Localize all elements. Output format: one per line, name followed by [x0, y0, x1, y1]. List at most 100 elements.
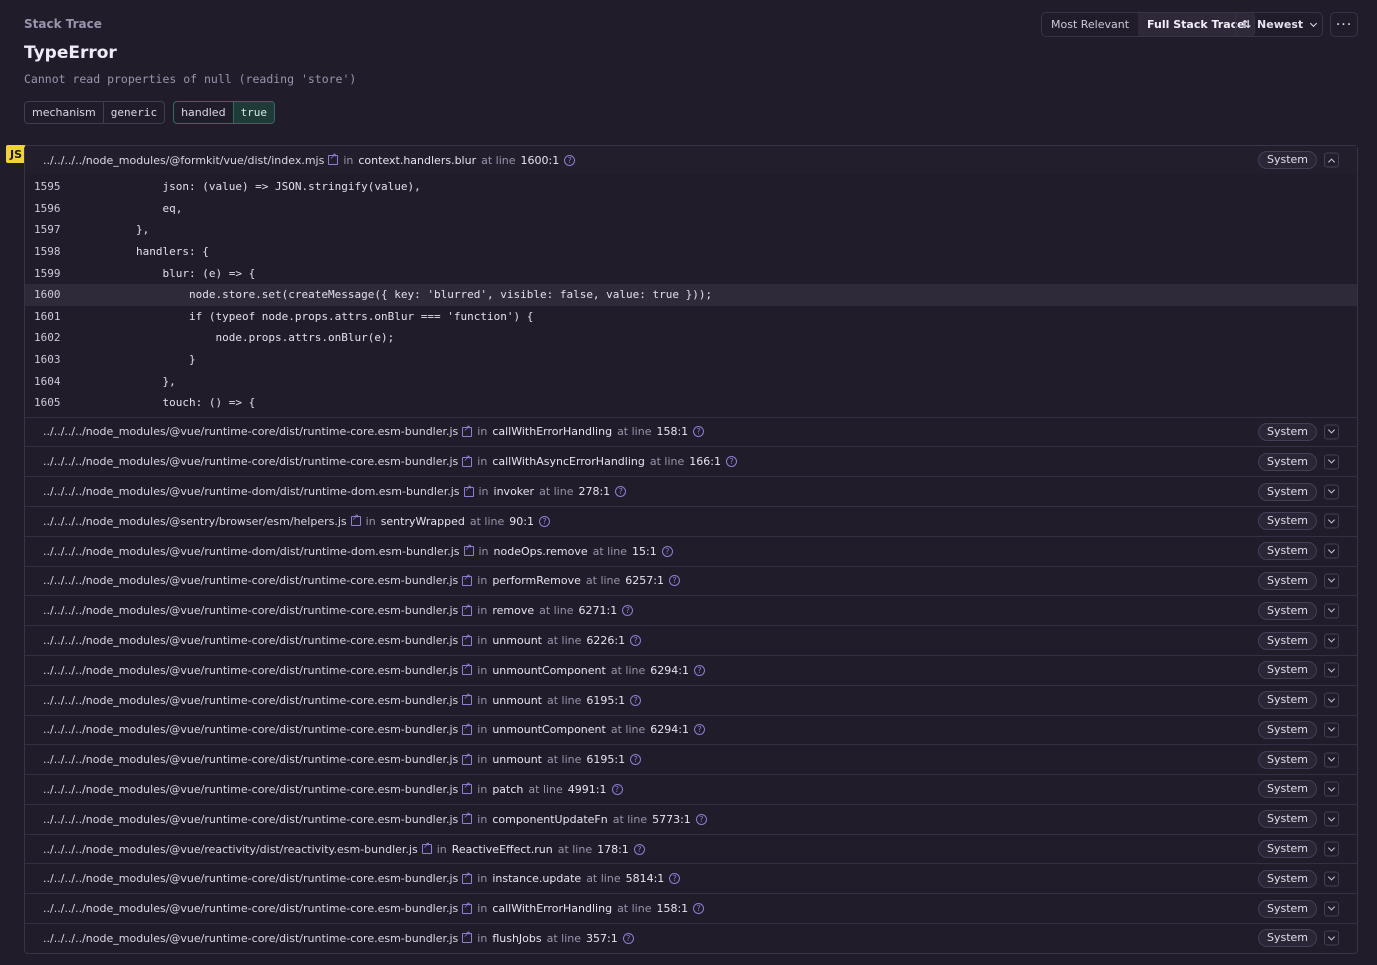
help-icon[interactable]: ? [538, 515, 550, 527]
collapse-button[interactable] [1324, 152, 1339, 168]
help-icon[interactable]: ? [633, 843, 645, 855]
external-link-icon[interactable] [462, 871, 473, 884]
stack-frame[interactable]: ../../../../node_modules/@sentry/browser… [25, 505, 1357, 536]
expand-button[interactable] [1324, 930, 1339, 946]
external-link-icon[interactable] [462, 752, 473, 765]
system-badge: System [1257, 810, 1317, 829]
expand-button[interactable] [1324, 424, 1339, 440]
code-text: }, [83, 374, 176, 388]
external-link-icon[interactable] [462, 573, 473, 586]
expand-button[interactable] [1324, 543, 1339, 559]
frame-file: ../../../../node_modules/@vue/runtime-co… [43, 634, 459, 647]
external-link-icon[interactable] [328, 152, 339, 165]
more-options-button[interactable]: ··· [1330, 12, 1358, 37]
stack-frame[interactable]: ../../../../node_modules/@vue/runtime-co… [25, 625, 1357, 655]
external-link-icon[interactable] [462, 930, 473, 944]
stack-frame[interactable]: ../../../../node_modules/@vue/runtime-co… [25, 774, 1357, 804]
system-badge: System [1257, 661, 1317, 680]
external-link-icon[interactable] [462, 692, 473, 706]
stack-frame[interactable]: ../../../../node_modules/@vue/runtime-co… [25, 446, 1357, 476]
external-link-icon[interactable] [421, 841, 432, 855]
help-icon[interactable]: ? [630, 754, 642, 766]
stack-frame[interactable]: ../../../../node_modules/@vue/runtime-do… [25, 476, 1357, 506]
expand-button[interactable] [1324, 722, 1339, 738]
stack-frame[interactable]: ../../../../node_modules/@vue/runtime-co… [25, 923, 1357, 953]
external-link-icon[interactable] [462, 603, 473, 616]
help-icon[interactable]: ? [630, 694, 642, 706]
help-icon[interactable]: ? [622, 605, 634, 617]
expand-button[interactable] [1324, 871, 1339, 887]
help-icon[interactable]: ? [693, 724, 705, 736]
stack-frame[interactable]: ../../../../node_modules/@vue/runtime-co… [25, 416, 1357, 447]
expand-button[interactable] [1324, 513, 1339, 529]
stack-frame-expanded[interactable]: ../../../../node_modules/@formkit/vue/di… [25, 146, 1357, 174]
system-badge: System [1257, 542, 1317, 561]
help-icon[interactable]: ? [622, 932, 634, 944]
tag-handled[interactable]: handled true [173, 101, 276, 124]
code-line: 1595 json: (value) => JSON.stringify(val… [25, 176, 1357, 198]
tags: mechanism generic handled true [24, 101, 276, 124]
external-link-icon[interactable] [462, 811, 473, 825]
help-icon[interactable]: ? [615, 486, 627, 498]
help-icon[interactable]: ? [661, 545, 673, 557]
frame-at-line-label: at line [585, 574, 621, 588]
frame-in-label: in [477, 693, 488, 707]
help-icon[interactable]: ? [669, 873, 681, 885]
help-icon[interactable]: ? [669, 575, 680, 587]
help-icon[interactable]: ? [564, 154, 576, 166]
help-icon[interactable]: ? [695, 813, 707, 825]
external-link-icon[interactable] [462, 722, 473, 735]
expand-button[interactable] [1324, 811, 1339, 827]
frame-function: unmount [492, 693, 542, 707]
sort-label: Newest [1257, 18, 1304, 31]
stack-frame[interactable]: ../../../../node_modules/@vue/runtime-co… [25, 744, 1357, 774]
expand-button[interactable] [1324, 662, 1339, 678]
stack-frame[interactable]: ../../../../node_modules/@vue/runtime-co… [25, 893, 1357, 923]
help-icon[interactable]: ? [693, 903, 705, 915]
expand-button[interactable] [1324, 752, 1339, 768]
external-link-icon[interactable] [350, 513, 361, 527]
external-link-icon[interactable] [462, 454, 473, 467]
sort-dropdown[interactable]: ⇅ Newest [1235, 12, 1323, 37]
expand-button[interactable] [1324, 781, 1339, 797]
stack-frame[interactable]: ../../../../node_modules/@vue/runtime-co… [25, 714, 1357, 745]
frame-at-line-label: at line [469, 514, 505, 528]
external-link-icon[interactable] [462, 424, 473, 437]
external-link-icon[interactable] [462, 662, 473, 676]
expand-button[interactable] [1324, 692, 1339, 708]
tag-mechanism[interactable]: mechanism generic [24, 101, 166, 124]
help-icon[interactable]: ? [630, 635, 642, 646]
stack-frame[interactable]: ../../../../node_modules/@vue/runtime-co… [25, 595, 1357, 625]
expand-button[interactable] [1324, 603, 1339, 619]
external-link-icon[interactable] [463, 543, 474, 557]
code-text: if (typeof node.props.attrs.onBlur === '… [83, 309, 534, 323]
expand-button[interactable] [1324, 633, 1339, 648]
help-icon[interactable]: ? [725, 456, 737, 468]
external-link-icon[interactable] [462, 781, 473, 795]
stack-frame[interactable]: ../../../../node_modules/@vue/runtime-co… [25, 803, 1357, 834]
stack-frame[interactable]: ../../../../node_modules/@vue/runtime-co… [25, 863, 1357, 893]
frame-line: 5814:1 [625, 872, 665, 886]
external-link-icon[interactable] [462, 633, 473, 646]
frame-file: ../../../../node_modules/@vue/runtime-co… [43, 574, 459, 588]
external-link-icon[interactable] [462, 901, 473, 914]
most-relevant-button[interactable]: Most Relevant [1042, 13, 1138, 36]
stack-frame[interactable]: ../../../../node_modules/@vue/runtime-do… [25, 535, 1357, 566]
stack-frame[interactable]: ../../../../node_modules/@vue/runtime-co… [25, 654, 1357, 685]
stack-frame[interactable]: ../../../../node_modules/@vue/runtime-co… [25, 684, 1357, 715]
stack-frame[interactable]: ../../../../node_modules/@vue/runtime-co… [25, 565, 1357, 596]
system-badge: System [1257, 929, 1317, 948]
expand-button[interactable] [1324, 573, 1339, 589]
stack-frame[interactable]: ../../../../node_modules/@vue/reactivity… [25, 833, 1357, 864]
system-badge: System [1257, 452, 1317, 471]
expand-button[interactable] [1324, 841, 1339, 857]
expand-button[interactable] [1324, 901, 1339, 917]
expand-button[interactable] [1324, 454, 1339, 470]
external-link-icon[interactable] [463, 484, 474, 497]
frame-line: 6195:1 [586, 693, 626, 707]
help-icon[interactable]: ? [693, 664, 705, 676]
help-icon[interactable]: ? [611, 783, 623, 795]
expand-button[interactable] [1324, 484, 1339, 500]
frame-function: unmount [492, 634, 542, 647]
help-icon[interactable]: ? [693, 426, 705, 438]
